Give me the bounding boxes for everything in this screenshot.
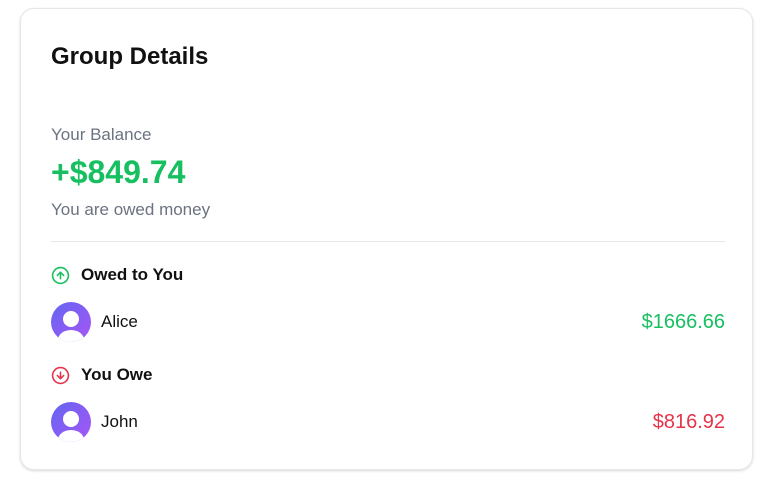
amount-owed-to-you: $1666.66 [641, 310, 725, 333]
balance-status-text: You are owed money [51, 200, 211, 219]
balance-label: Your Balance [51, 125, 152, 144]
avatar [51, 402, 91, 442]
person-name: John [101, 412, 138, 431]
card-title: Group Details [51, 43, 209, 70]
arrow-up-circle-icon [51, 266, 70, 285]
arrow-down-circle-icon [51, 366, 70, 385]
avatar [51, 302, 91, 342]
divider [51, 241, 725, 242]
owed-to-you-label: Owed to You [81, 265, 184, 284]
you-owe-heading: You Owe [51, 365, 152, 385]
group-details-card: Group Details Your Balance +$849.74 You … [20, 8, 753, 470]
list-item[interactable]: Alice $1666.66 [51, 302, 725, 342]
balance-amount: +$849.74 [51, 154, 186, 190]
you-owe-label: You Owe [81, 365, 153, 384]
person-name: Alice [101, 312, 138, 331]
owed-to-you-heading: Owed to You [51, 265, 183, 285]
list-item[interactable]: John $816.92 [51, 402, 725, 442]
amount-you-owe: $816.92 [652, 410, 725, 433]
